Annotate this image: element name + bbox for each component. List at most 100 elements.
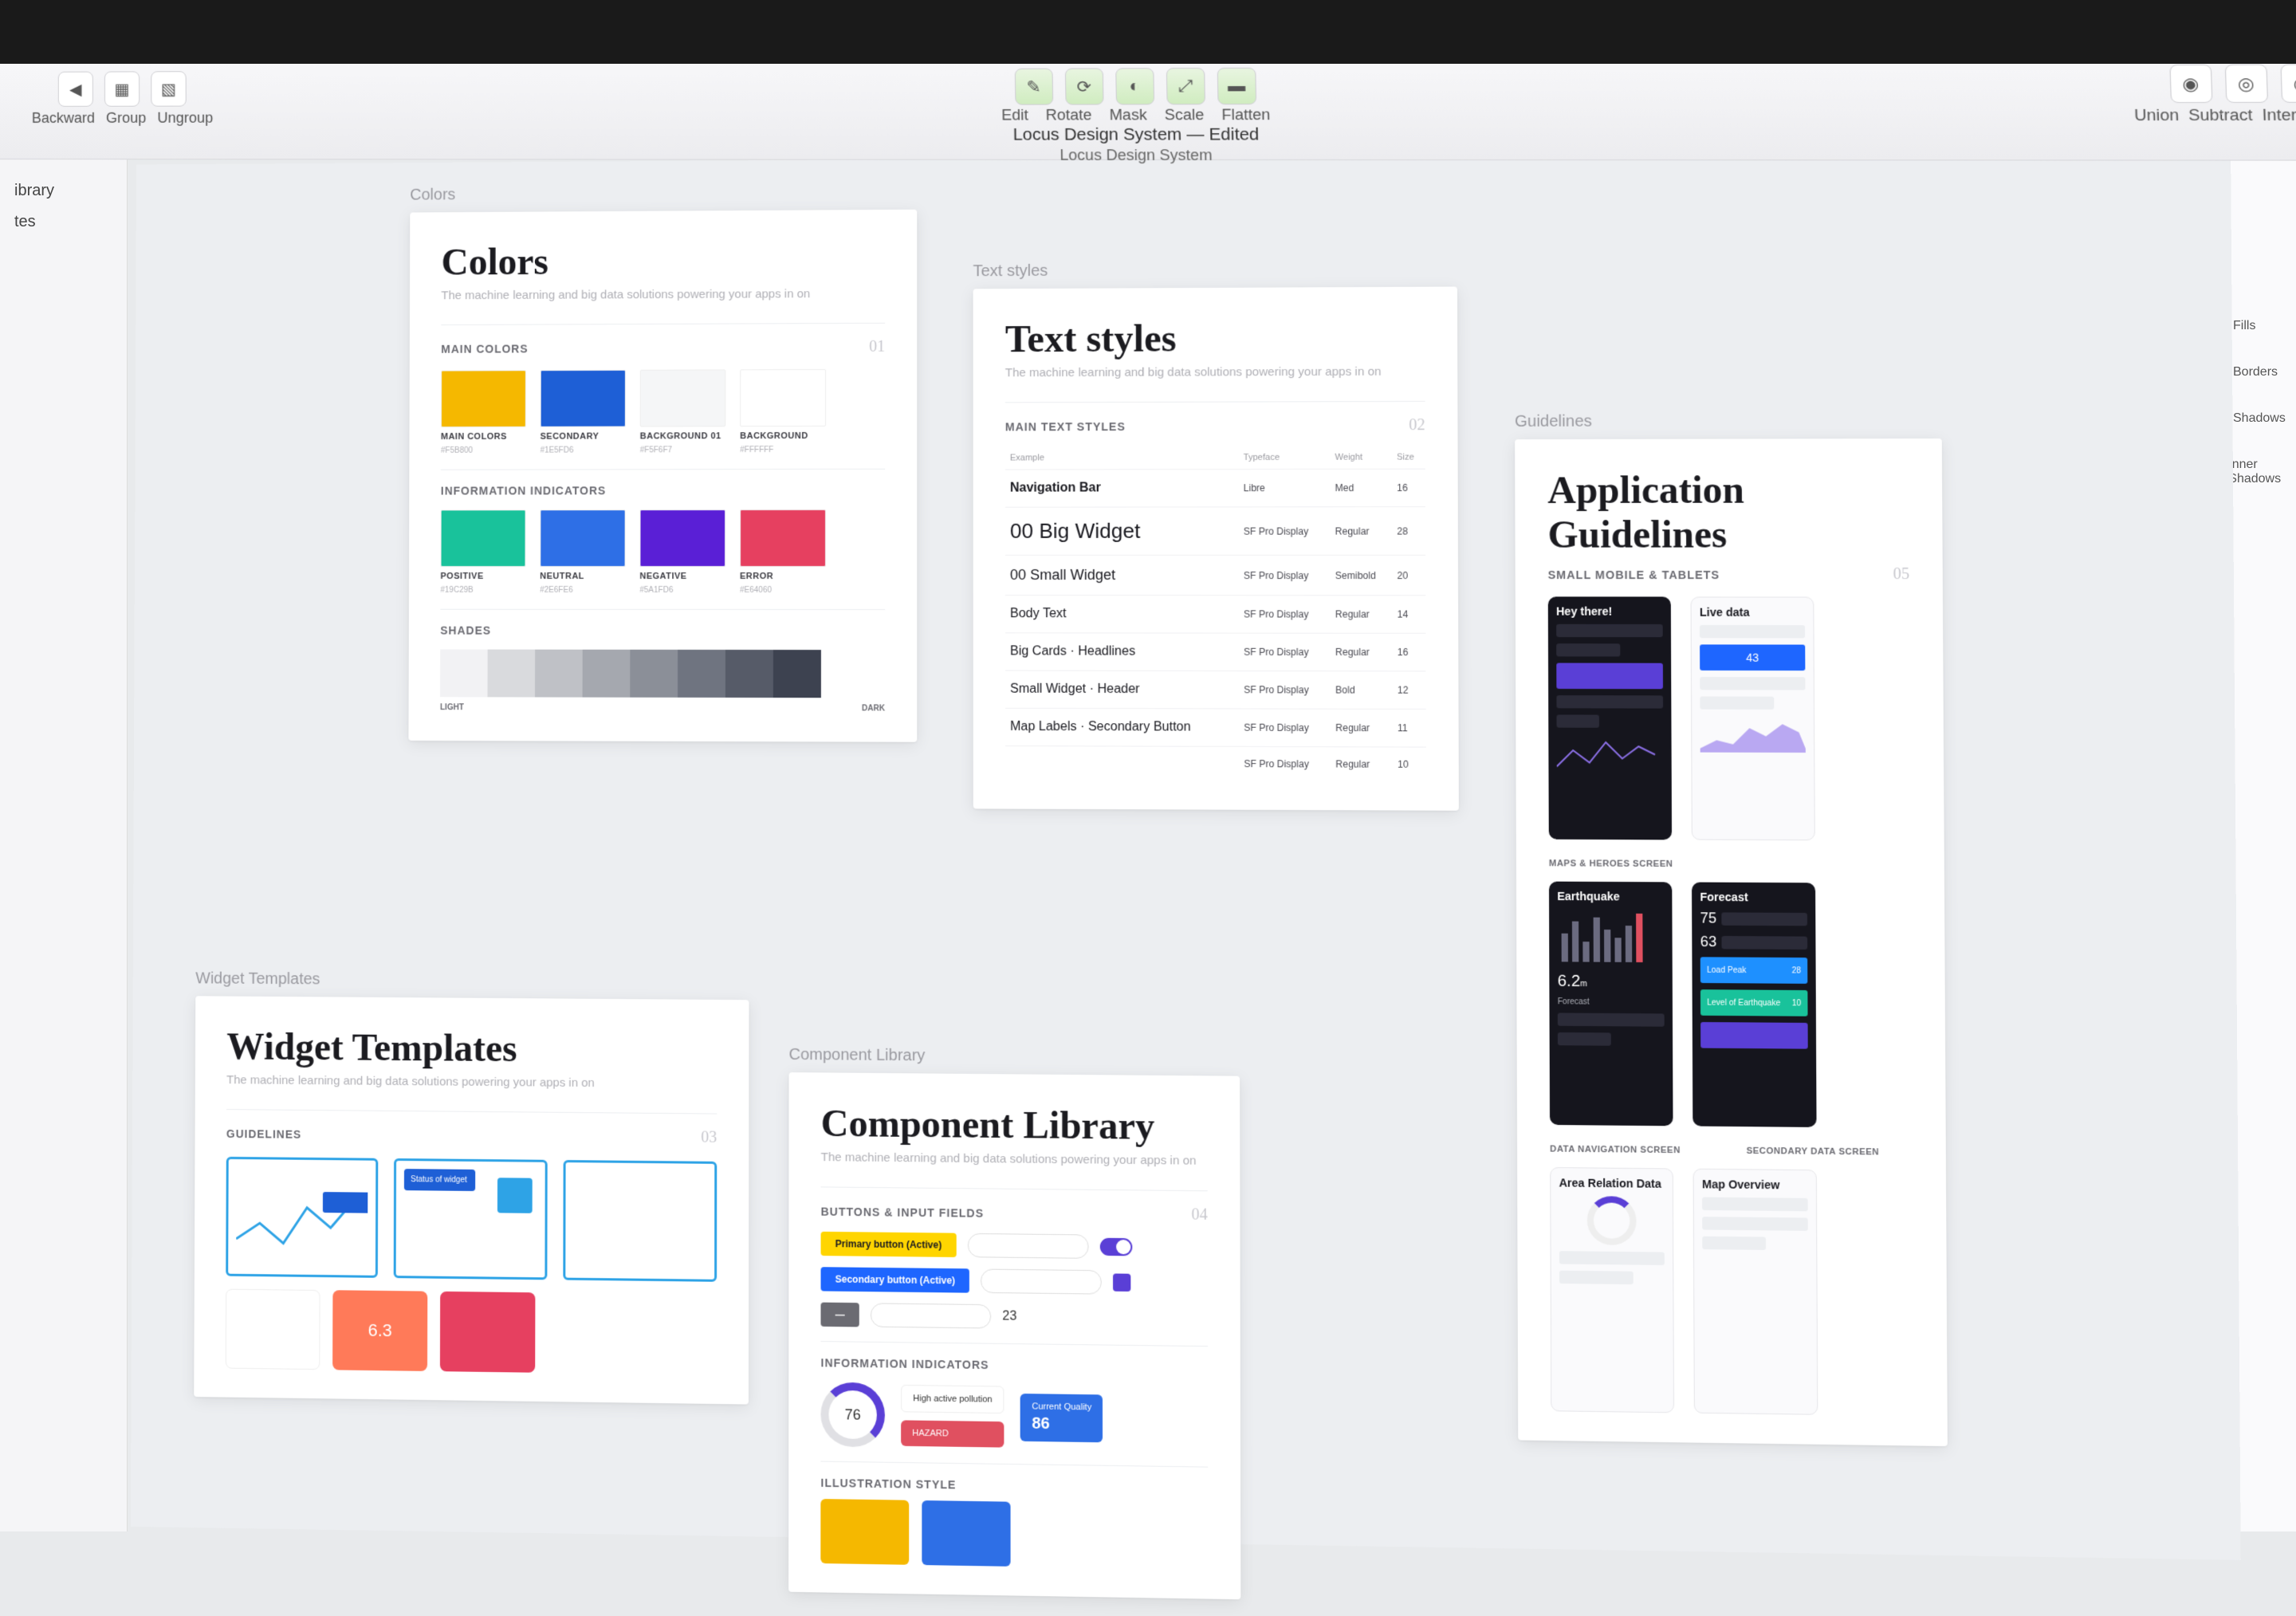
document-tab[interactable]: Locus Design System	[1060, 147, 1212, 164]
artboard-widget-templates[interactable]: Widget Templates Widget Templates The ma…	[194, 969, 749, 1404]
text-example: Navigation Bar	[1005, 470, 1239, 508]
mask-icon[interactable]: ◐	[1115, 68, 1154, 104]
color-swatch: SECONDARY #1E5FD6	[541, 370, 626, 455]
edit-icon[interactable]: ✎	[1014, 69, 1053, 105]
document-title-block: ✎ ⟳ ◐ ⤢ ▬ Edit Rotate Mask Scale Flatten…	[246, 65, 2098, 165]
primary-button[interactable]: Primary button (Active)	[821, 1232, 957, 1257]
cell: Regular	[1331, 633, 1393, 671]
text-input[interactable]	[871, 1303, 991, 1328]
widget-card-chart	[226, 1157, 378, 1278]
sidebar-item[interactable]: ibrary	[0, 175, 127, 206]
table-row: SF Pro Display Regular 10	[1005, 746, 1426, 782]
swatch-chip	[740, 369, 826, 427]
section-number: 03	[701, 1128, 717, 1146]
swatch-chip	[441, 370, 526, 427]
phone-mock-earthquake: Earthquake 6.2m Forecast	[1549, 882, 1673, 1126]
backward-icon[interactable]: ◀	[58, 72, 93, 107]
shade-step	[535, 650, 583, 698]
small-widget-value: 6.3	[332, 1290, 427, 1371]
text-input[interactable]	[968, 1233, 1089, 1259]
artboard-title: Text styles	[1005, 316, 1425, 361]
text-example	[1005, 746, 1239, 781]
artboard-application-guidelines[interactable]: Guidelines Application Guidelines SMALL …	[1515, 411, 1948, 1446]
swatch-name: NEGATIVE	[639, 572, 725, 581]
inspector-label: Fills	[2233, 319, 2255, 333]
cell: SF Pro Display	[1239, 709, 1331, 747]
scale-icon[interactable]: ⤢	[1166, 68, 1205, 104]
artboard-text-styles[interactable]: Text styles Text styles The machine lear…	[973, 260, 1459, 811]
cell: SF Pro Display	[1239, 633, 1331, 671]
union-icon[interactable]: ◉	[2169, 65, 2212, 103]
sidebar-item[interactable]: tes	[0, 206, 127, 238]
artboard-label: Text styles	[973, 260, 1457, 281]
artboard-component-library[interactable]: Component Library Component Library The …	[788, 1046, 1240, 1599]
swatch-name: BACKGROUND 01	[640, 431, 726, 441]
subtract-icon[interactable]: ◎	[2224, 65, 2267, 103]
shade-light-label: LIGHT	[440, 703, 464, 712]
section-label: ILLUSTRATION STYLE	[820, 1476, 956, 1492]
cell: SF Pro Display	[1239, 555, 1331, 595]
section-number: 04	[1191, 1205, 1207, 1225]
cell: 14	[1392, 596, 1425, 634]
toggle-switch[interactable]	[1099, 1238, 1132, 1256]
section-label: MAIN COLORS	[441, 342, 528, 355]
section-label: MAIN TEXT STYLES	[1005, 420, 1126, 433]
rotate-icon[interactable]: ⟳	[1064, 68, 1103, 104]
inspector-label: Inner Shadows	[2228, 458, 2286, 486]
intersect-icon[interactable]: ◍	[2280, 64, 2296, 103]
cell: Med	[1330, 469, 1392, 507]
swatch-hex: #1E5FD6	[541, 446, 626, 454]
swatch-chip	[640, 369, 726, 427]
document-title: Locus Design System — Edited	[1013, 126, 1260, 145]
cell: 10	[1393, 747, 1426, 781]
phone-mock-forecast: Forecast 75 63 Load Peak28 Level of Eart…	[1692, 883, 1817, 1127]
small-widget	[226, 1289, 320, 1370]
mock-title: Earthquake	[1557, 890, 1664, 903]
cell: Regular	[1331, 596, 1393, 634]
table-row: Big Cards · Headlines SF Pro Display Reg…	[1005, 633, 1426, 671]
text-example: 00 Small Widget	[1005, 555, 1239, 595]
cell: 16	[1392, 469, 1425, 507]
flatten-icon[interactable]: ▬	[1217, 68, 1256, 105]
monitor-bezel	[0, 0, 2296, 64]
artboard-title: Application Guidelines	[1547, 468, 1909, 557]
secondary-button[interactable]: Secondary button (Active)	[821, 1267, 970, 1292]
table-row: Small Widget · Header SF Pro Display Bol…	[1005, 670, 1426, 709]
table-row: 00 Big Widget SF Pro Display Regular 28	[1005, 507, 1425, 556]
color-swatch: MAIN COLORS #F5B800	[441, 370, 526, 455]
design-canvas[interactable]: Colors Colors The machine learning and b…	[131, 151, 2241, 1560]
cell: 20	[1392, 555, 1425, 596]
mock-title: Hey there!	[1556, 605, 1663, 618]
tool-label: Mask	[1109, 107, 1147, 124]
swatch-chip	[639, 509, 725, 567]
sparkline-icon	[1557, 734, 1664, 775]
cell: Regular	[1331, 747, 1393, 781]
group-icon[interactable]: ▦	[104, 71, 140, 106]
swatch-chip	[540, 509, 625, 567]
mock-title: Map Overview	[1702, 1178, 1808, 1192]
color-swatch: ERROR #E64060	[740, 509, 826, 595]
text-input[interactable]	[981, 1268, 1102, 1294]
artboard-subtitle: The machine learning and big data soluti…	[441, 287, 885, 302]
tool-label: Backward	[32, 110, 95, 127]
swatch-hex: #F5F6F7	[640, 446, 726, 454]
shade-step	[487, 650, 535, 698]
ungroup-icon[interactable]: ▧	[151, 71, 187, 106]
widget-card-info: Status of widget	[394, 1158, 547, 1280]
artboard-colors[interactable]: Colors Colors The machine learning and b…	[408, 183, 917, 742]
checkbox[interactable]	[1113, 1273, 1130, 1292]
swatch-name: ERROR	[740, 572, 826, 581]
small-widget	[440, 1292, 536, 1373]
tool-label: Union	[2134, 107, 2180, 125]
cell: SF Pro Display	[1239, 596, 1331, 634]
table-row: 00 Small Widget SF Pro Display Semibold …	[1005, 555, 1425, 596]
text-example: Body Text	[1005, 596, 1239, 634]
section-label: GUIDELINES	[226, 1127, 301, 1141]
donut-chart: 76	[820, 1382, 885, 1448]
line-chart-icon	[236, 1167, 368, 1268]
tool-label: Ungroup	[157, 110, 213, 127]
mock-title: Forecast	[1700, 891, 1807, 904]
disabled-button: —	[820, 1303, 859, 1327]
bar-chart-icon	[1557, 909, 1664, 966]
swatch-hex: #19C29B	[440, 586, 525, 595]
